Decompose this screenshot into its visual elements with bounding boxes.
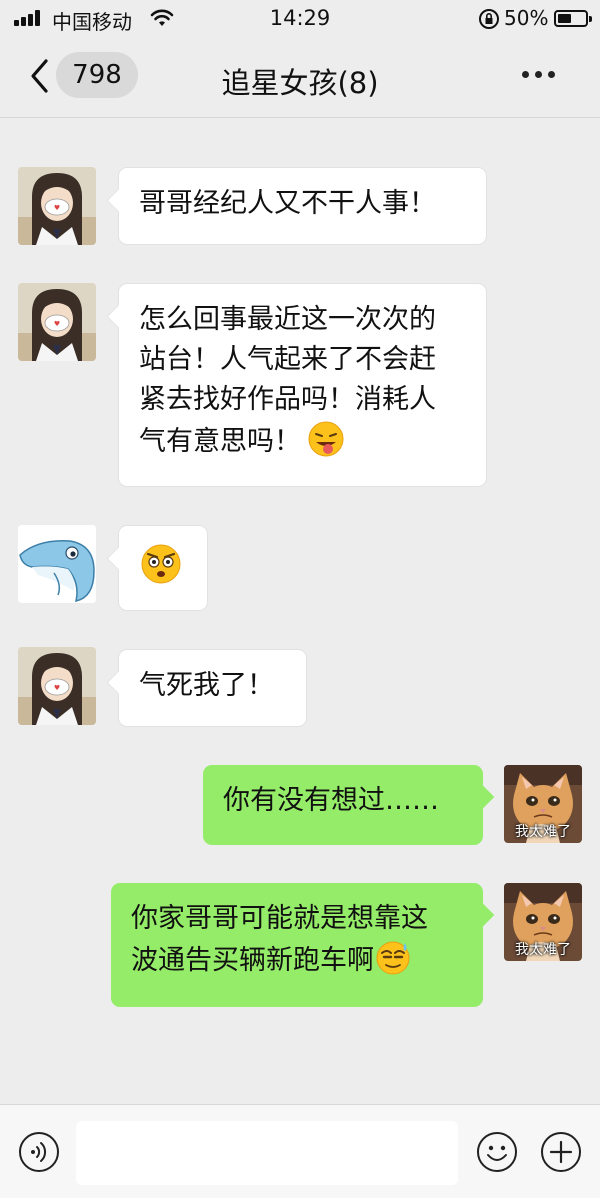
avatar-caption: 我太难了 xyxy=(515,824,571,840)
message-line: 紧去找好作品吗！消耗人 xyxy=(139,384,436,415)
emoji-icon[interactable] xyxy=(476,1131,518,1173)
message-line-last: 波通告买辆新跑车啊 xyxy=(131,939,463,981)
back-arrow-icon[interactable] xyxy=(28,58,50,94)
chat-header: 798 追星女孩(8) xyxy=(0,38,600,118)
voice-icon[interactable] xyxy=(18,1131,60,1173)
message-text: 你有没有想过…… xyxy=(223,785,439,816)
cat-avatar[interactable]: 我太难了 xyxy=(504,883,582,961)
girl-mask-avatar[interactable]: ♥ xyxy=(18,283,96,361)
message-line: 波通告买辆新跑车啊 xyxy=(131,945,374,976)
rotation-lock-icon xyxy=(479,9,499,29)
message-line: 气有意思吗！ xyxy=(139,426,301,457)
message-bubble[interactable]: 哥哥经纪人又不干人事！ xyxy=(118,167,487,245)
message-line: 怎么回事最近这一次次的 xyxy=(139,304,436,335)
svg-text:♥: ♥ xyxy=(54,684,60,692)
input-bar xyxy=(0,1104,600,1198)
sweat-face-emoji-icon xyxy=(376,941,410,975)
message-text: 哥哥经纪人又不干人事！ xyxy=(139,188,436,219)
svg-text:♥: ♥ xyxy=(54,320,60,328)
shocked-face-emoji-icon xyxy=(141,544,181,584)
message-bubble[interactable]: 怎么回事最近这一次次的 站台！人气起来了不会赶 紧去找好作品吗！消耗人 气有意思… xyxy=(118,283,487,487)
battery-percent: 50% xyxy=(504,6,549,30)
message-bubble[interactable] xyxy=(118,525,208,611)
cat-avatar[interactable]: 我太难了 xyxy=(504,765,582,843)
message-list: ♥ 哥哥经纪人又不干人事！ ♥ 怎么回事最近这一次次的 站台！人气起来了不会赶 … xyxy=(0,119,600,1104)
more-options-icon[interactable] xyxy=(516,62,560,86)
avatar-caption: 我太难了 xyxy=(515,942,571,958)
plus-icon[interactable] xyxy=(540,1131,582,1173)
message-line: 站台！人气起来了不会赶 xyxy=(139,344,436,375)
message-bubble-outgoing[interactable]: 你家哥哥可能就是想靠这 波通告买辆新跑车啊 xyxy=(111,883,483,1007)
message-input[interactable] xyxy=(76,1121,458,1185)
message-bubble-outgoing[interactable]: 你有没有想过…… xyxy=(203,765,483,845)
message-text: 气死我了！ xyxy=(139,670,274,701)
message-line: 你家哥哥可能就是想靠这 xyxy=(131,903,428,934)
unread-count-badge[interactable]: 798 xyxy=(56,52,138,98)
message-line-last: 气有意思吗！ xyxy=(139,420,466,462)
dolphin-avatar[interactable] xyxy=(18,525,96,603)
girl-mask-avatar[interactable]: ♥ xyxy=(18,167,96,245)
battery-icon xyxy=(554,10,592,27)
status-bar: 中国移动 14:29 50% xyxy=(0,0,600,38)
message-bubble[interactable]: 气死我了！ xyxy=(118,649,307,727)
chat-title: 追星女孩(8) xyxy=(221,66,379,100)
tongue-out-emoji-icon xyxy=(308,421,344,457)
svg-text:♥: ♥ xyxy=(54,204,60,212)
girl-mask-avatar[interactable]: ♥ xyxy=(18,647,96,725)
